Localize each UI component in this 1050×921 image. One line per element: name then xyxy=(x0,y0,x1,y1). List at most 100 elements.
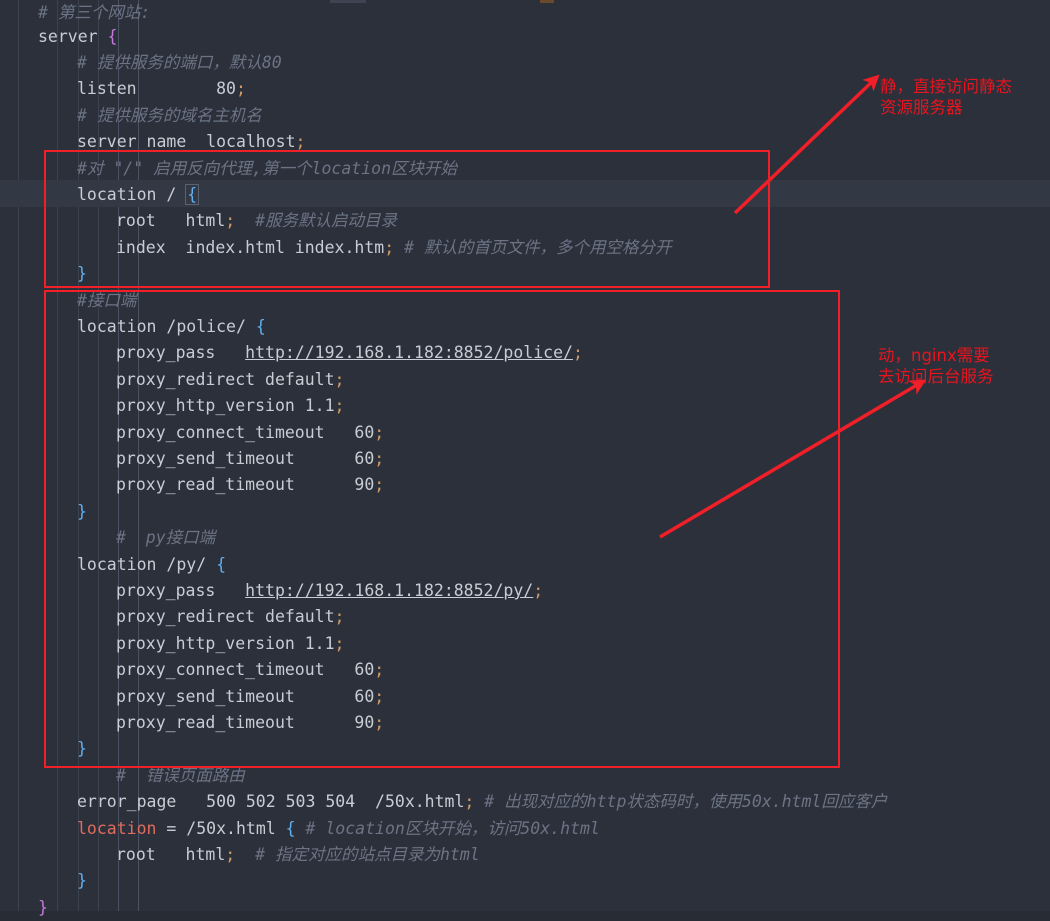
code-line[interactable]: proxy_connect_timeout 60; xyxy=(0,657,1050,683)
code-line[interactable]: proxy_read_timeout 90; xyxy=(0,710,1050,736)
code-token-kw: proxy_send_timeout xyxy=(116,449,355,468)
code-token-punc: ; xyxy=(374,686,385,706)
code-token-punc: ; xyxy=(334,369,345,389)
code-token-brace: { xyxy=(285,818,296,838)
code-line[interactable]: # 提供服务的端口，默认80 xyxy=(0,50,1050,76)
code-line[interactable]: } xyxy=(0,895,1050,921)
code-token-punc: ; xyxy=(225,211,236,231)
code-line[interactable]: #接口端 xyxy=(0,288,1050,314)
code-content[interactable]: # 第三个网站: server { # 提供服务的端口，默认80 listen 80;… xyxy=(0,0,1050,917)
code-line[interactable]: error_page 500 502 503 504 /50x.html; # … xyxy=(0,789,1050,815)
code-token-err: location xyxy=(77,818,157,838)
code-token-punc: ; xyxy=(295,132,306,152)
code-token-cmt: #服务默认启动目录 xyxy=(235,211,398,231)
code-line[interactable]: server_name localhost; xyxy=(0,129,1050,155)
code-token-brace2: { xyxy=(107,26,118,46)
code-token-kw: listen xyxy=(77,79,217,99)
code-line[interactable]: proxy_send_timeout 60; xyxy=(0,684,1050,710)
code-token-punc: ; xyxy=(334,396,345,416)
code-token-kw: server xyxy=(38,26,108,46)
code-token-punc: ; xyxy=(334,633,345,653)
code-token-kw: proxy_redirect default xyxy=(116,369,335,389)
code-line[interactable]: server { xyxy=(0,24,1050,50)
code-token-punc: ; xyxy=(225,845,236,864)
code-token-punc: ; xyxy=(235,79,246,99)
code-line[interactable]: proxy_read_timeout 90; xyxy=(0,472,1050,498)
code-token-brace: { xyxy=(255,317,266,336)
code-token-num: 60 xyxy=(354,449,375,468)
code-token-kw: location / xyxy=(77,185,187,204)
code-token-num: 60 xyxy=(354,660,375,680)
code-line[interactable]: } xyxy=(0,736,1050,762)
code-token-num: 60 xyxy=(354,686,375,706)
code-line[interactable]: proxy_http_version 1.1; xyxy=(0,631,1050,657)
code-line[interactable]: proxy_pass http://192.168.1.182:8852/py/… xyxy=(0,578,1050,604)
code-token-kw: proxy_redirect default xyxy=(116,607,335,627)
code-token-brace: } xyxy=(77,501,87,521)
code-token-num: 90 xyxy=(354,475,375,495)
static-note-text: 静，直接访问静态 资源服务器 xyxy=(880,77,1012,117)
code-token-punc: ; xyxy=(384,237,395,257)
code-line[interactable]: location /police/ { xyxy=(0,314,1050,340)
code-line[interactable]: root html; # 指定对应的站点目录为html xyxy=(0,842,1050,868)
code-token-num: 80 xyxy=(216,79,236,99)
code-token-kw: root html xyxy=(116,845,226,864)
dynamic-note-text: 动，nginx需要 去访问后台服务 xyxy=(878,346,994,386)
code-token-punc: ; xyxy=(374,475,385,495)
code-line[interactable]: proxy_connect_timeout 60; xyxy=(0,420,1050,446)
code-token-cmt: # 默认的首页文件，多个用空格分开 xyxy=(394,237,672,257)
code-token-kw: error_page 500 502 503 504 /50x.html xyxy=(77,792,465,812)
code-token-kw: proxy_send_timeout xyxy=(116,686,355,706)
code-token-cmt: # 提供服务的域名主机名 xyxy=(77,105,262,125)
code-token-cmt: # 错误页面路由 xyxy=(116,765,245,785)
code-token-punc: ; xyxy=(374,660,385,680)
code-line[interactable]: # 第三个网站: xyxy=(0,0,1050,26)
code-token-url: http://192.168.1.182:8852/py/ xyxy=(245,581,534,600)
code-token-kw: proxy_connect_timeout xyxy=(116,660,355,680)
code-token-kw: proxy_connect_timeout xyxy=(116,422,355,442)
code-line[interactable]: index index.html index.htm; # 默认的首页文件，多个… xyxy=(0,235,1050,261)
code-token-kw: = /50x.html xyxy=(156,818,286,838)
code-token-num: 90 xyxy=(354,713,375,732)
code-token-punc: ; xyxy=(374,422,385,442)
code-line[interactable]: # py接口端 xyxy=(0,525,1050,551)
matching-brace: { xyxy=(185,184,200,205)
code-token-kw: proxy_pass xyxy=(116,581,246,600)
code-token-cmt: # py接口端 xyxy=(116,528,216,548)
code-token-punc: ; xyxy=(533,581,544,600)
code-line[interactable]: root html; #服务默认启动目录 xyxy=(0,208,1050,234)
code-line[interactable]: location /py/ { xyxy=(0,552,1050,578)
code-token-kw: location /py/ xyxy=(77,554,217,574)
code-line[interactable]: } xyxy=(0,261,1050,287)
code-line[interactable]: location / { xyxy=(0,182,1050,208)
code-token-punc: ; xyxy=(572,343,583,363)
code-token-cmt: # 出现对应的http状态码时，使用50x.html回应客户 xyxy=(474,792,888,812)
code-token-brace: } xyxy=(77,871,87,891)
code-token-kw: server_name localhost xyxy=(77,132,296,152)
code-line[interactable]: #对 "/" 启用反向代理,第一个location区块开始 xyxy=(0,156,1050,182)
code-token-cmt: # 提供服务的端口，默认80 xyxy=(77,53,282,72)
code-token-cmt: #接口端 xyxy=(77,290,137,310)
code-token-kw: index index.html index.htm xyxy=(116,237,385,257)
code-token-cmt: # 指定对应的站点目录为html xyxy=(235,845,480,864)
code-token-cmt: # 第三个网站: xyxy=(38,3,151,22)
code-token-kw: location /police/ xyxy=(77,317,256,336)
code-token-punc: ; xyxy=(464,792,475,812)
code-token-brace: { xyxy=(216,554,227,574)
code-line[interactable]: } xyxy=(0,868,1050,894)
code-token-kw: proxy_http_version 1.1 xyxy=(116,633,335,653)
code-line[interactable]: location = /50x.html { # location区块开始，访问… xyxy=(0,816,1050,842)
code-token-brace2: } xyxy=(38,897,48,917)
code-token-kw: proxy_read_timeout xyxy=(116,713,355,732)
code-line[interactable]: proxy_redirect default; xyxy=(0,604,1050,630)
code-token-kw: proxy_http_version 1.1 xyxy=(116,396,335,416)
code-line[interactable]: # 错误页面路由 xyxy=(0,763,1050,789)
code-line[interactable]: proxy_send_timeout 60; xyxy=(0,446,1050,472)
code-token-kw: proxy_read_timeout xyxy=(116,475,355,495)
code-token-brace: } xyxy=(77,264,87,284)
code-token-kw: root html xyxy=(116,211,226,231)
code-line[interactable]: proxy_http_version 1.1; xyxy=(0,393,1050,419)
code-editor[interactable]: # 第三个网站: server { # 提供服务的端口，默认80 listen 80;… xyxy=(0,0,1050,917)
code-token-punc: ; xyxy=(374,449,385,468)
code-line[interactable]: } xyxy=(0,499,1050,525)
